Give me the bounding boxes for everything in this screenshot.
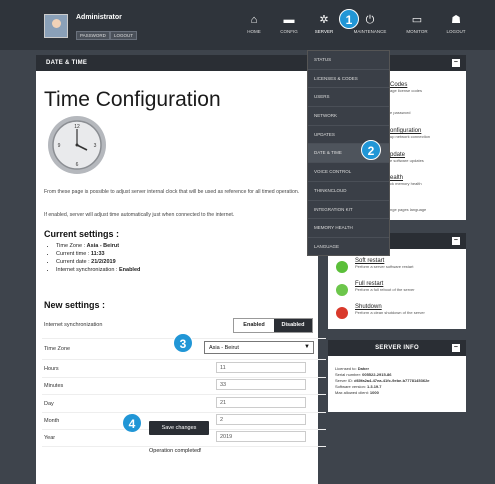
month-label: Month <box>44 418 60 424</box>
sync-toggle: Enabled Disabled <box>233 318 313 333</box>
clock-icon: 12 3 6 9 <box>48 116 106 174</box>
page-title: Time Configuration <box>44 88 221 111</box>
callout-4: 4 <box>122 413 142 433</box>
timezone-select[interactable]: Asia - Beirut ▼ <box>204 341 314 354</box>
soft-restart-link[interactable]: Soft restart Perform a server software r… <box>355 258 413 269</box>
current-settings-title: Current settings : <box>44 229 120 239</box>
panel-title: DATE & TIME <box>46 60 88 66</box>
new-settings-title: New settings : <box>44 300 106 310</box>
minutes-field[interactable]: 33 <box>216 379 306 390</box>
dropdown-item-language[interactable]: LANGUAGE <box>308 238 389 257</box>
top-bar: Administrator PASSWORD LOGOUT ⌂ HOME ▬ C… <box>0 0 495 50</box>
dropdown-item-network[interactable]: NETWORK <box>308 107 389 126</box>
description-2: If enabled, server will adjust time auto… <box>44 212 235 218</box>
menu-item-codes[interactable]: Codes age license codes <box>390 82 422 93</box>
menu-item-network[interactable]: onfiguration up network connection <box>390 128 430 139</box>
day-label: Day <box>44 401 54 407</box>
monitor-icon: ▭ <box>411 14 423 26</box>
avatar <box>44 14 68 38</box>
home-icon: ⌂ <box>250 14 258 26</box>
year-field[interactable]: 2019 <box>216 431 306 442</box>
hours-label: Hours <box>44 366 59 372</box>
svg-text:9: 9 <box>58 143 61 149</box>
svg-text:6: 6 <box>76 162 79 168</box>
minutes-label: Minutes <box>44 383 64 389</box>
callout-3: 3 <box>173 333 193 353</box>
list-item: Current date : 21/2/2019 <box>56 258 140 266</box>
month-field[interactable]: 2 <box>216 414 306 425</box>
list-item: Internet synchronization : Enabled <box>56 266 140 274</box>
full-restart-icon <box>336 284 348 296</box>
folder-icon: ▬ <box>283 14 295 26</box>
user-logout-icon: ☗ <box>451 14 461 26</box>
server-info-list: Licensed to: Daher Serial number: 005522… <box>335 366 430 396</box>
shutdown-icon <box>336 307 348 319</box>
divider <box>42 446 326 447</box>
day-field[interactable]: 21 <box>216 397 306 408</box>
full-restart-link[interactable]: Full restart Perform a full reboot of th… <box>355 281 415 292</box>
divider <box>42 412 326 413</box>
sync-label: Internet synchronization <box>44 322 103 328</box>
panel-header: DATE & TIME <box>36 55 318 71</box>
soft-restart-icon <box>336 261 348 273</box>
dropdown-item-users[interactable]: USERS <box>308 88 389 108</box>
date-time-panel: DATE & TIME Time Configuration 12 3 6 9 … <box>36 55 326 484</box>
list-item: Time Zone : Asia - Beirut <box>56 242 140 250</box>
server-info-title: SERVER INFO <box>375 345 419 351</box>
logout-small-button[interactable]: LOGOUT <box>110 31 138 40</box>
divider <box>42 377 326 378</box>
gear-icon: ✲ <box>319 14 329 26</box>
hours-field[interactable]: 11 <box>216 362 306 373</box>
enabled-button[interactable]: Enabled <box>234 319 274 332</box>
disabled-button[interactable]: Disabled <box>274 319 312 332</box>
dropdown-item-memory-health[interactable]: MEMORY HEALTH <box>308 219 389 238</box>
collapse-icon[interactable]: − <box>452 344 460 352</box>
dropdown-item-integration-kit[interactable]: INTEGRATION KIT <box>308 201 389 220</box>
timezone-label: Time Zone <box>44 346 71 352</box>
dropdown-item-voice-control[interactable]: VOICE CONTROL <box>308 163 389 182</box>
save-changes-button[interactable]: Save changes <box>149 421 209 435</box>
collapse-icon[interactable]: − <box>452 237 460 245</box>
menu-item-update[interactable]: pdate e software updates <box>390 152 424 163</box>
status-message: Operation completed! <box>149 448 202 454</box>
svg-text:3: 3 <box>94 143 97 149</box>
nav-monitor[interactable]: ▭ MONITOR <box>395 14 439 34</box>
list-item: Current time : 11:33 <box>56 250 140 258</box>
server-info-panel: SERVER INFO − Licensed to: Daher Serial … <box>328 340 466 412</box>
chevron-down-icon: ▼ <box>304 344 310 350</box>
current-settings-list: Time Zone : Asia - Beirut Current time :… <box>44 242 140 274</box>
collapse-icon[interactable]: − <box>452 59 460 67</box>
description-1: From these page is possible to adjust se… <box>44 189 300 195</box>
callout-1: 1 <box>339 9 359 29</box>
divider <box>42 394 326 395</box>
menu-item-language[interactable]: nge pages language <box>390 207 426 212</box>
panel-header: SERVER INFO − <box>328 340 466 356</box>
dropdown-item-status[interactable]: STATUS <box>308 51 389 70</box>
dropdown-item-thinkncloud[interactable]: THINKNCLOUD <box>308 182 389 201</box>
shutdown-link[interactable]: Shutdown Perform a clean shutdown of the… <box>355 304 425 315</box>
menu-item-health[interactable]: ealth ck memory health <box>390 175 422 186</box>
user-name: Administrator <box>76 14 122 21</box>
power-icon: ⏻ <box>365 14 375 26</box>
menu-item-password[interactable]: e password <box>390 110 410 115</box>
list-item: Max allowed client: 1000 <box>335 390 379 395</box>
divider <box>42 359 326 360</box>
dropdown-item-licenses[interactable]: LICENSES & CODES <box>308 70 389 89</box>
password-button[interactable]: PASSWORD <box>76 31 110 40</box>
year-label: Year <box>44 435 56 441</box>
callout-2: 2 <box>361 140 381 160</box>
nav-logout[interactable]: ☗ LOGOUT <box>434 14 478 34</box>
